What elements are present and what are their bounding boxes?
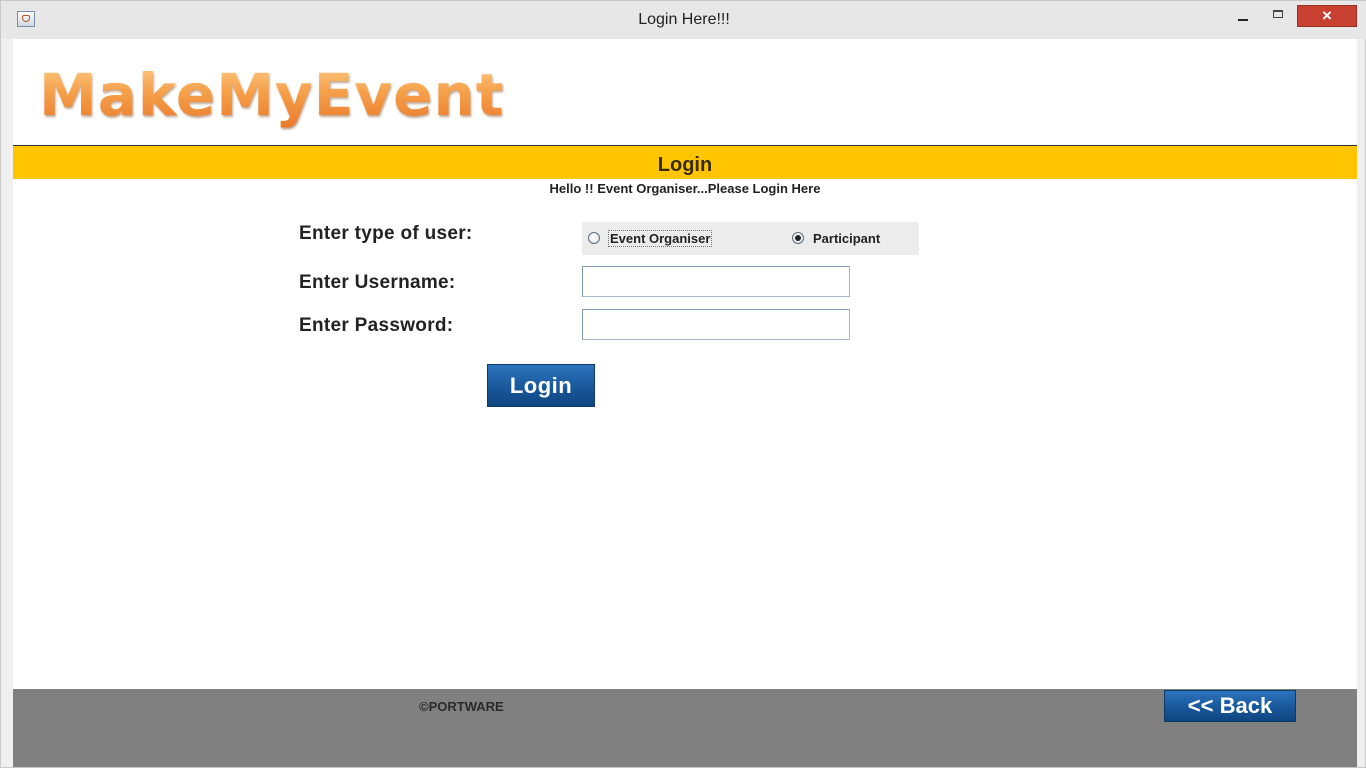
user-type-label: Enter type of user: — [299, 223, 473, 244]
password-input[interactable] — [582, 309, 850, 340]
back-button[interactable]: << Back — [1164, 690, 1296, 722]
password-label: Enter Password: — [299, 315, 454, 336]
content-panel: MakeMyEvent Login Hello !! Event Organis… — [13, 39, 1357, 767]
welcome-message: Hello !! Event Organiser...Please Login … — [549, 181, 821, 196]
minimize-button[interactable] — [1229, 5, 1255, 27]
login-button[interactable]: Login — [487, 364, 595, 407]
footer-bar: ©PORTWARE << Back — [13, 689, 1357, 767]
title-bar[interactable]: Login Here!!! × — [1, 1, 1366, 39]
app-logo: MakeMyEvent — [39, 61, 505, 129]
copyright-text: ©PORTWARE — [419, 699, 504, 714]
radio-participant[interactable] — [792, 232, 804, 244]
username-label: Enter Username: — [299, 272, 456, 293]
login-window: Login Here!!! × MakeMyEvent Login Hello … — [0, 0, 1366, 768]
user-type-radio-group: Event Organiser Participant — [582, 222, 919, 255]
window-title: Login Here!!! — [638, 11, 730, 28]
login-banner: Login — [13, 146, 1357, 179]
close-button[interactable]: × — [1297, 5, 1357, 27]
radio-label-event-organiser[interactable]: Event Organiser — [607, 230, 713, 247]
radio-label-participant[interactable]: Participant — [813, 231, 880, 246]
username-input[interactable] — [582, 266, 850, 297]
maximize-button[interactable] — [1263, 5, 1293, 27]
radio-event-organiser[interactable] — [588, 232, 600, 244]
